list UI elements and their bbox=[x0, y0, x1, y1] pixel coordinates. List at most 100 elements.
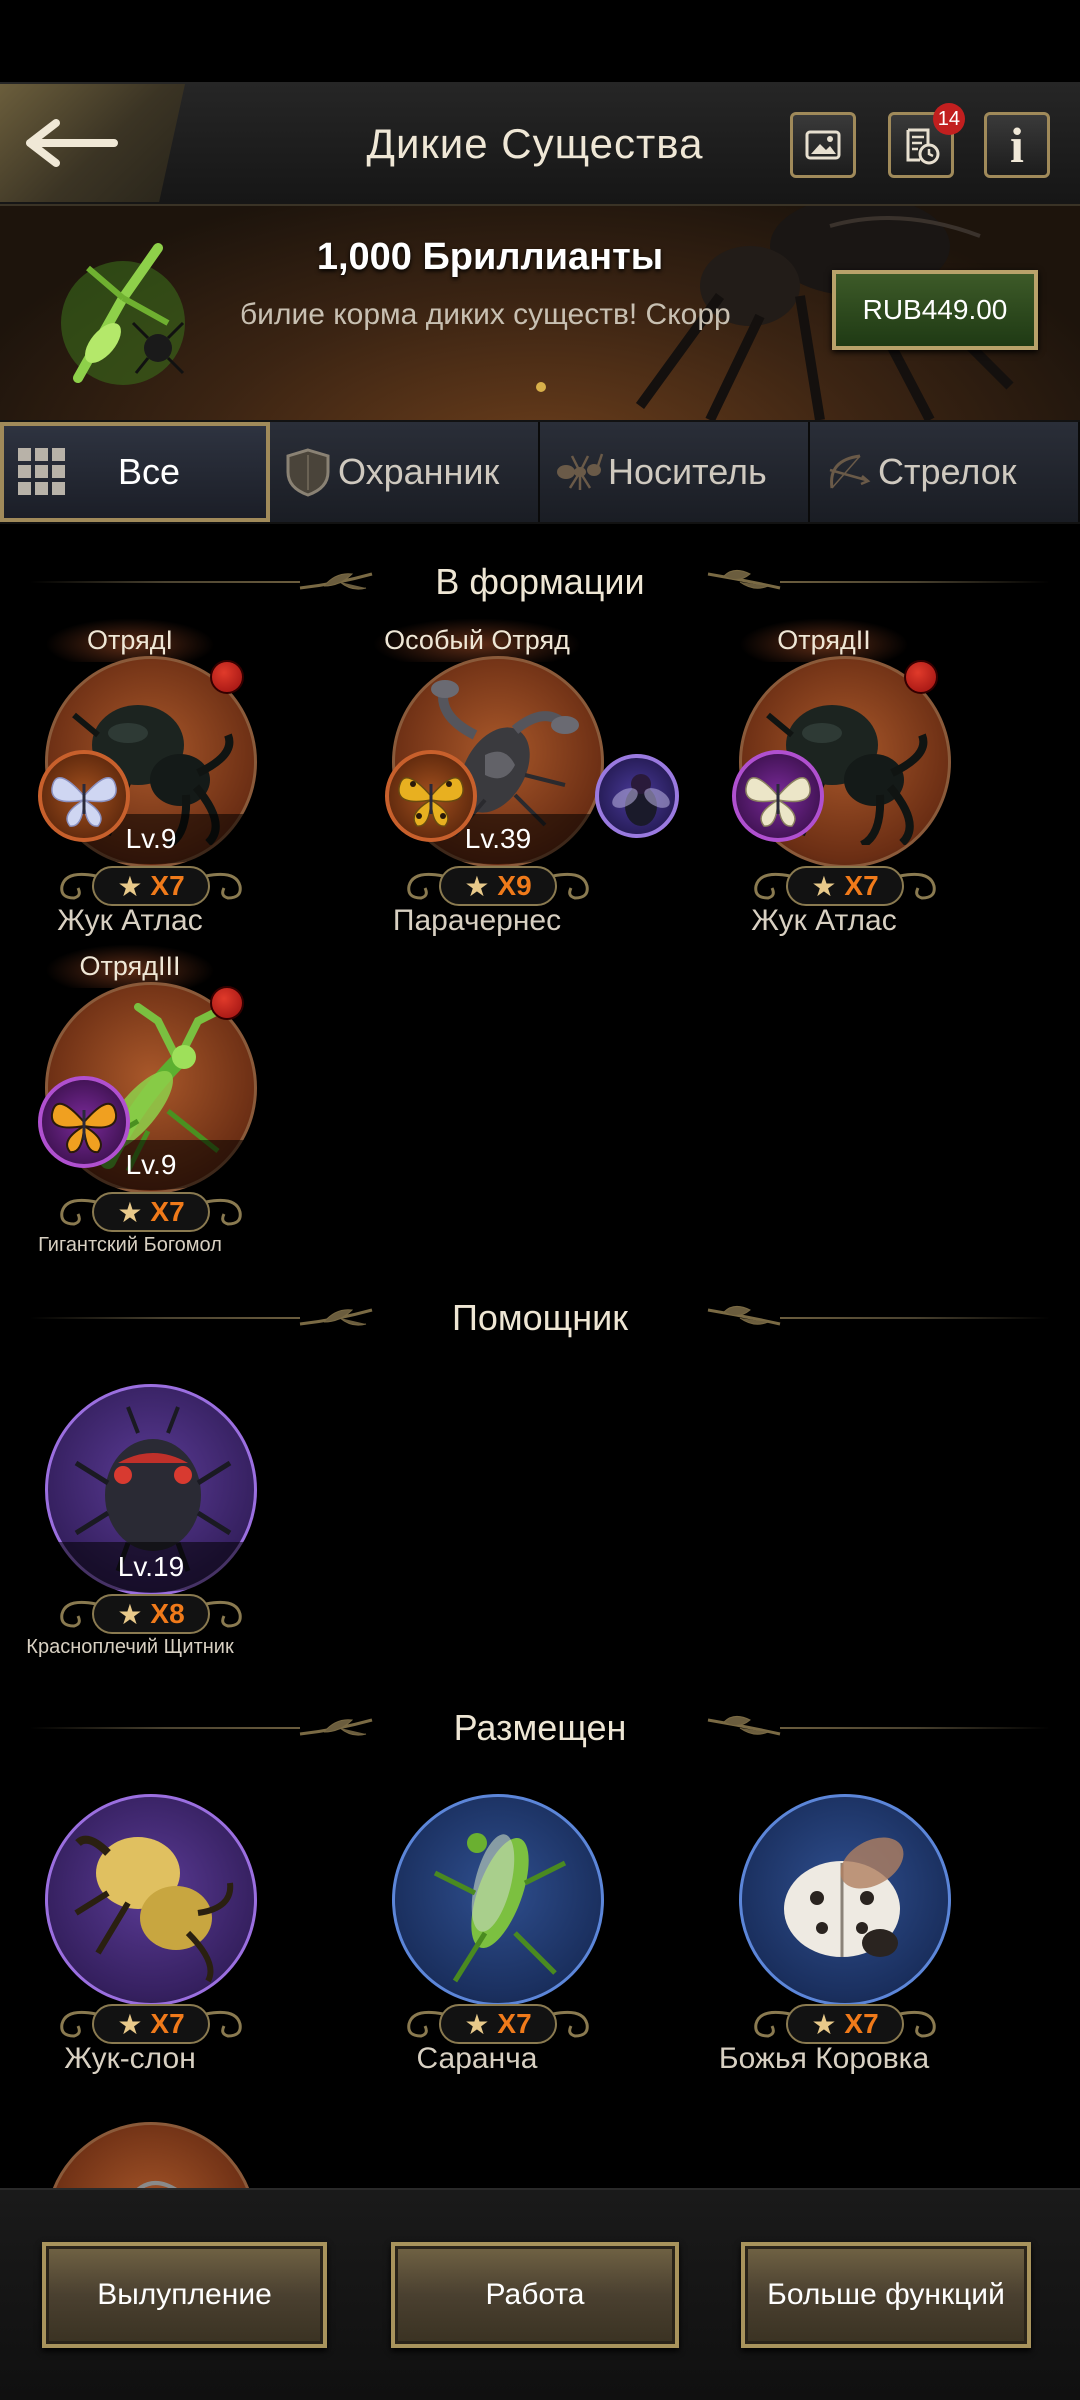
creature-name: Парачернес bbox=[392, 904, 562, 937]
squad-label: ОтрядI bbox=[45, 618, 215, 662]
section-title-formation: В формации bbox=[435, 561, 645, 602]
scroll-ornament-icon bbox=[205, 2010, 242, 2038]
ladybug-icon bbox=[784, 1837, 904, 1957]
star-icon: ★ bbox=[117, 1196, 143, 1228]
tab-guard[interactable]: Охранник bbox=[270, 422, 540, 522]
star-rating: ★ X7 bbox=[56, 862, 246, 910]
creature-card-helper-1[interactable]: Lv.19 ★ X8 Красноплечий Щитник bbox=[0, 1346, 260, 1658]
section-title-placed: Размещен bbox=[453, 1707, 627, 1748]
page-title: Дикие Существа bbox=[366, 120, 704, 167]
star-icon: ★ bbox=[117, 1598, 143, 1630]
section-header-helper: Помощник bbox=[0, 1288, 1080, 1348]
tab-carrier[interactable]: Носитель bbox=[540, 422, 810, 522]
leaf-ornament-icon bbox=[707, 570, 781, 590]
info-icon: i bbox=[1010, 117, 1024, 173]
grid-icon bbox=[18, 448, 65, 495]
creature-name: Гигантский Богомол bbox=[38, 1234, 222, 1256]
leaf-ornament-icon bbox=[299, 1718, 373, 1736]
star-count: X7 bbox=[150, 870, 185, 901]
star-rating: ★ X7 bbox=[750, 2000, 940, 2048]
leaf-ornament-icon bbox=[299, 572, 373, 590]
back-arrow-icon bbox=[26, 119, 118, 167]
star-icon: ★ bbox=[811, 2008, 837, 2040]
carousel-indicator bbox=[536, 382, 546, 392]
creature-card-formation-4[interactable]: ОтрядIII Lv.9 ★ X7 Гигантский Богомол bbox=[0, 944, 260, 1256]
section-header-placed: Размещен bbox=[0, 1698, 1080, 1758]
history-log-icon bbox=[906, 128, 940, 165]
bottom-action-bar: Вылупление Работа Больше функций bbox=[0, 2188, 1080, 2400]
shield-icon bbox=[286, 448, 330, 497]
creature-card-placed-3[interactable]: ★ X7 Божья Коровка bbox=[694, 1756, 954, 2075]
creature-name: Саранча bbox=[416, 2042, 538, 2075]
banner-subtitle: билие корма диких существ! Скорр bbox=[240, 298, 731, 331]
creature-card-formation-1[interactable]: ОтрядI Lv.9 ★ X7 Жук Атлас bbox=[0, 618, 260, 937]
creature-name: Красноплечий Щитник bbox=[26, 1636, 234, 1658]
creature-name: Жук Атлас bbox=[57, 904, 203, 937]
star-count: X7 bbox=[497, 2008, 532, 2039]
gallery-button[interactable] bbox=[790, 112, 856, 178]
notification-badge: 14 bbox=[932, 103, 965, 135]
hatch-button[interactable]: Вылупление bbox=[42, 2242, 327, 2348]
star-count: X8 bbox=[150, 1598, 185, 1629]
header: Дикие Существа 14 i bbox=[0, 82, 1080, 206]
scroll-ornament-icon bbox=[552, 872, 589, 900]
squad-label: Особый Отряд bbox=[372, 618, 582, 662]
scroll-ornament-icon bbox=[899, 2010, 936, 2038]
companion-butterfly-icon bbox=[38, 1076, 130, 1168]
companion-butterfly-icon bbox=[732, 750, 824, 842]
squad-label: ОтрядIII bbox=[45, 944, 215, 988]
creature-portrait bbox=[45, 1794, 257, 2006]
history-button[interactable]: 14 bbox=[888, 103, 965, 178]
star-count: X7 bbox=[150, 2008, 185, 2039]
tab-guard-label: Охранник bbox=[338, 451, 500, 492]
promo-banner[interactable]: 1,000 Бриллианты билие корма диких сущес… bbox=[0, 206, 1080, 420]
creature-card-formation-3[interactable]: ОтрядII ★ X7 Жук Атлас bbox=[694, 618, 954, 937]
back-button[interactable] bbox=[0, 84, 185, 202]
star-count: X7 bbox=[844, 2008, 879, 2039]
elephant-beetle-icon bbox=[74, 1835, 234, 1983]
creature-portrait bbox=[392, 1794, 604, 2006]
star-count: X9 bbox=[497, 870, 532, 901]
status-bar bbox=[0, 0, 1080, 82]
info-button[interactable]: i bbox=[984, 112, 1050, 178]
star-rating: ★ X7 bbox=[403, 2000, 593, 2048]
banner-title: 1,000 Бриллианты bbox=[316, 236, 664, 278]
tab-all[interactable]: Все bbox=[0, 422, 270, 522]
section-title-helper: Помощник bbox=[451, 1297, 629, 1338]
tab-archer[interactable]: Стрелок bbox=[810, 422, 1080, 522]
section-header-formation: В формации bbox=[0, 552, 1080, 612]
squad-label: ОтрядII bbox=[739, 618, 909, 662]
creature-name: Божья Коровка bbox=[718, 2042, 930, 2075]
more-functions-button[interactable]: Больше функций bbox=[741, 2242, 1031, 2348]
tab-archer-label: Стрелок bbox=[878, 451, 1017, 492]
work-button[interactable]: Работа bbox=[391, 2242, 679, 2348]
category-tabs: Все Охранник Носитель Стрелок bbox=[0, 420, 1080, 524]
star-rating: ★ X7 bbox=[750, 862, 940, 910]
star-count: X7 bbox=[844, 870, 879, 901]
creature-name: Жук Атлас bbox=[751, 904, 897, 937]
buy-price-button[interactable]: RUB449.00 bbox=[832, 270, 1038, 350]
star-icon: ★ bbox=[464, 2008, 490, 2040]
alert-dot bbox=[210, 986, 244, 1020]
companion-butterfly-icon bbox=[38, 750, 130, 842]
locust-icon bbox=[433, 1833, 567, 1983]
creature-name: Жук-слон bbox=[64, 2042, 196, 2075]
creature-card-placed-2[interactable]: ★ X7 Саранча bbox=[347, 1756, 607, 2075]
alert-dot bbox=[904, 660, 938, 694]
star-rating: ★ X7 bbox=[56, 1188, 246, 1236]
leaf-ornament-icon bbox=[299, 1308, 373, 1326]
alert-dot bbox=[210, 660, 244, 694]
star-icon: ★ bbox=[117, 870, 143, 902]
tab-carrier-label: Носитель bbox=[608, 451, 767, 492]
scroll-ornament-icon bbox=[205, 1600, 242, 1628]
star-icon: ★ bbox=[464, 870, 490, 902]
tab-all-label: Все bbox=[118, 451, 181, 492]
leaf-ornament-icon bbox=[707, 1306, 781, 1326]
star-rating: ★ X9 bbox=[403, 862, 593, 910]
creature-card-placed-1[interactable]: ★ X7 Жук-слон bbox=[0, 1756, 260, 2075]
creature-card-formation-2[interactable]: Особый Отряд Lv.39 ★ X9 Парачернес bbox=[347, 618, 679, 937]
star-rating: ★ X8 bbox=[56, 1590, 246, 1638]
scroll-ornament-icon bbox=[205, 1198, 242, 1226]
bow-icon bbox=[829, 454, 871, 489]
companion-butterfly-icon bbox=[385, 750, 477, 842]
